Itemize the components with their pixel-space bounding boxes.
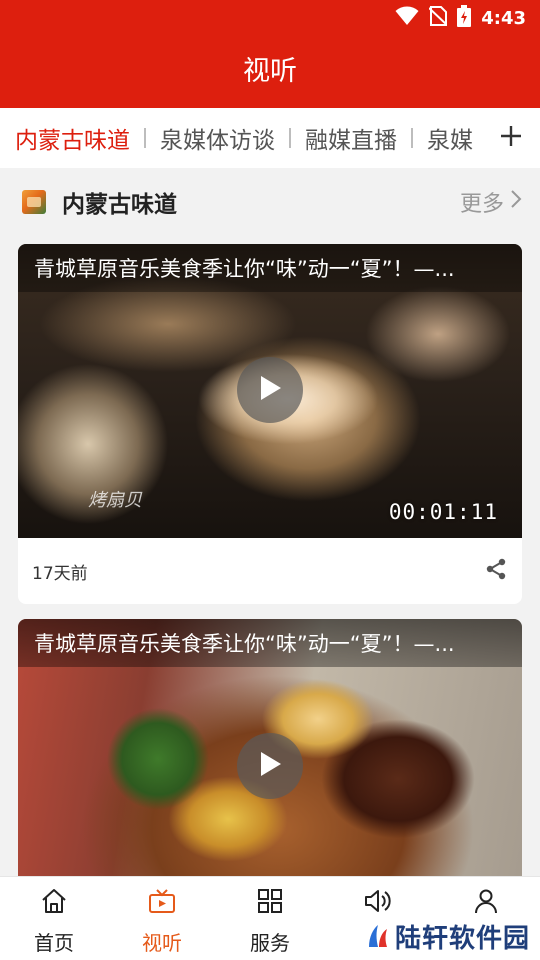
nav-services[interactable]: 服务 — [216, 877, 324, 960]
status-bar: 4:43 — [0, 0, 540, 36]
home-icon — [40, 887, 68, 915]
tab-media-interview[interactable]: 泉媒体访谈 — [160, 121, 275, 155]
no-sim-icon — [428, 6, 448, 30]
tab-media-more[interactable]: 泉媒 — [427, 121, 473, 155]
battery-icon — [457, 5, 472, 31]
video-watermark-text: 烤扇贝 — [88, 490, 142, 511]
nav-audio-visual[interactable]: 视听 — [108, 877, 216, 960]
status-time: 4:43 — [481, 7, 526, 29]
more-label: 更多 — [459, 192, 504, 217]
video-thumbnail[interactable]: 青城草原音乐美食季让你“味”动一“夏”！—... 烤扇贝 00:01:11 — [18, 244, 522, 538]
plus-icon — [500, 125, 522, 151]
video-title-bar: 青城草原音乐美食季让你“味”动一“夏”！—... — [18, 619, 522, 667]
more-link[interactable]: 更多 — [460, 186, 522, 218]
video-card[interactable]: 青城草原音乐美食季让你“味”动一“夏”！—... — [18, 619, 522, 919]
play-button[interactable] — [237, 357, 303, 423]
video-duration: 00:01:11 — [388, 500, 498, 524]
nav-home[interactable]: 首页 — [0, 877, 108, 960]
tab-divider — [289, 128, 291, 148]
share-icon — [485, 558, 507, 584]
section-logo-icon — [22, 190, 46, 214]
nav-home-label: 首页 — [34, 931, 74, 955]
share-button[interactable] — [484, 558, 508, 584]
nav-audio-visual-label: 视听 — [142, 931, 182, 955]
add-tab-button[interactable] — [482, 108, 540, 168]
grid-icon — [256, 887, 284, 915]
user-icon — [472, 887, 500, 915]
brand-logo-icon — [367, 923, 389, 949]
brand-watermark: 陆轩软件园 — [367, 918, 530, 954]
play-icon — [257, 750, 283, 782]
category-tabs: 内蒙古味道 泉媒体访谈 融媒直播 泉媒 — [0, 108, 540, 168]
brand-text: 陆轩软件园 — [394, 923, 530, 954]
page-title: 视听 — [243, 56, 297, 87]
tv-icon — [148, 887, 176, 915]
tab-neimenggu-flavor[interactable]: 内蒙古味道 — [15, 121, 130, 155]
chevron-right-icon — [510, 189, 522, 215]
play-button[interactable] — [237, 733, 303, 799]
speaker-icon — [364, 887, 392, 915]
card-footer: 17天前 — [18, 538, 522, 604]
tab-divider — [411, 128, 413, 148]
video-card[interactable]: 青城草原音乐美食季让你“味”动一“夏”！—... 烤扇贝 00:01:11 17… — [18, 244, 522, 604]
tab-live-broadcast[interactable]: 融媒直播 — [305, 121, 397, 155]
tab-divider — [144, 128, 146, 148]
section-header: 内蒙古味道 更多 — [0, 168, 540, 236]
nav-services-label: 服务 — [250, 931, 290, 955]
wifi-icon — [395, 6, 419, 30]
video-title-bar: 青城草原音乐美食季让你“味”动一“夏”！—... — [18, 244, 522, 292]
app-header: 4:43 视听 — [0, 0, 540, 108]
play-icon — [257, 374, 283, 406]
video-title: 青城草原音乐美食季让你“味”动一“夏”！—... — [34, 257, 455, 281]
video-thumbnail[interactable]: 青城草原音乐美食季让你“味”动一“夏”！—... — [18, 619, 522, 913]
section-title: 内蒙古味道 — [62, 192, 177, 218]
publish-time: 17天前 — [32, 563, 88, 584]
video-title: 青城草原音乐美食季让你“味”动一“夏”！—... — [34, 632, 455, 656]
